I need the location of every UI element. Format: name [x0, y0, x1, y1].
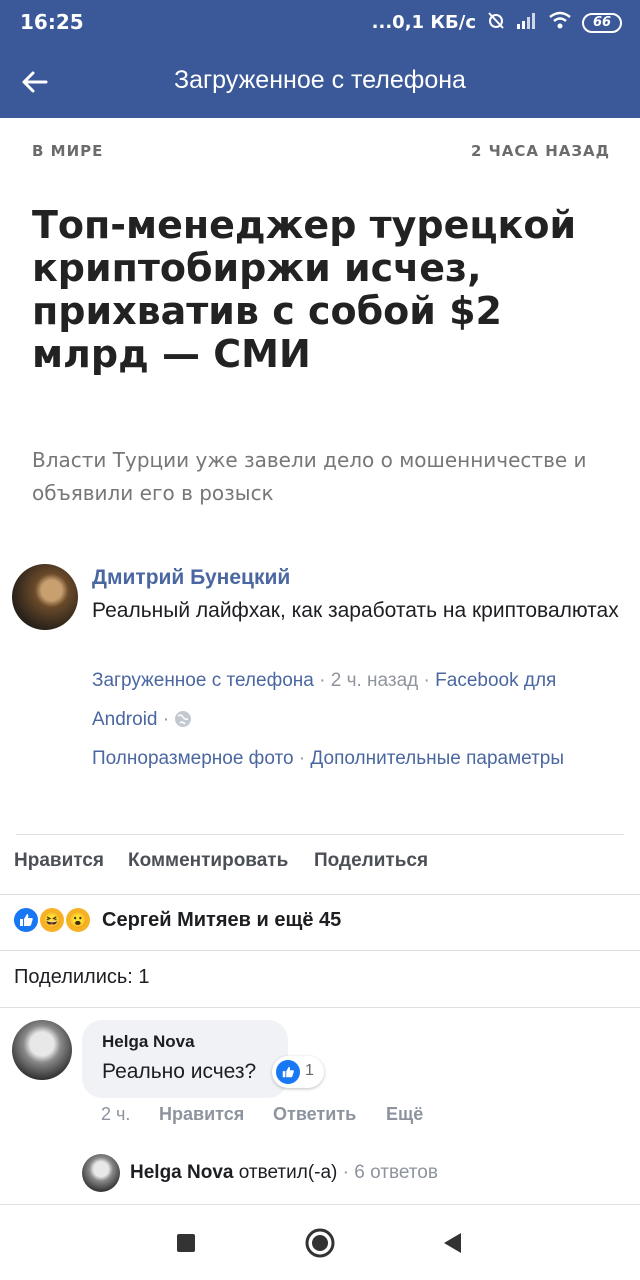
haha-icon: 😆: [38, 906, 66, 934]
post-time: 2 ч. назад: [330, 670, 419, 691]
post-author[interactable]: Дмитрий Бунецкий: [92, 566, 290, 590]
reply-author: Helga Nova: [130, 1162, 234, 1183]
comment-more-button[interactable]: Ещё: [386, 1104, 423, 1125]
comment-time: 2 ч.: [101, 1104, 131, 1124]
app-link[interactable]: Facebook для: [435, 670, 556, 691]
globe-icon: [174, 703, 192, 742]
comment-like-count: 1: [305, 1062, 314, 1079]
like-button[interactable]: Нравится: [14, 850, 104, 872]
like-icon: [276, 1060, 300, 1084]
recents-button[interactable]: [170, 1227, 202, 1259]
article-time: 2 ЧАСА НАЗАД: [470, 142, 610, 160]
post-meta-line-1: Загруженное с телефона · 2 ч. назад · Fa…: [92, 661, 622, 700]
circle-icon: [305, 1228, 335, 1258]
back-nav-button[interactable]: [436, 1227, 468, 1259]
app-link-cont[interactable]: Android: [92, 709, 158, 730]
status-time: 16:25: [20, 10, 84, 34]
status-icons: ...0,1 КБ/с 66: [372, 10, 622, 35]
like-icon: [12, 906, 40, 934]
comment-like-badge[interactable]: 1: [272, 1056, 324, 1088]
triangle-left-icon: [444, 1233, 461, 1253]
post-text: Реальный лайфхак, как заработать на крип…: [92, 599, 619, 622]
comment-actions: 2 ч. Нравится Ответить Ещё: [0, 1104, 640, 1128]
divider: [0, 1007, 640, 1008]
comment-reply-button[interactable]: Ответить: [273, 1104, 356, 1125]
article-category: В МИРЕ: [32, 142, 104, 160]
system-nav-bar: [0, 1204, 640, 1280]
separator: ·: [342, 1162, 349, 1183]
separator: ·: [162, 709, 170, 730]
avatar[interactable]: [12, 1020, 72, 1080]
reply-count: 6 ответов: [354, 1162, 438, 1183]
article-preview[interactable]: В МИРЕ 2 ЧАСА НАЗАД Топ-менеджер турецко…: [0, 118, 640, 550]
battery-icon: 66: [582, 12, 622, 33]
post-meta-line-2: Android ·: [92, 700, 622, 742]
signal-icon: [516, 11, 538, 34]
article-lead: Власти Турции уже завели дело о мошеннич…: [32, 448, 587, 505]
divider: [0, 894, 640, 895]
avatar[interactable]: [82, 1154, 120, 1192]
album-link[interactable]: Загруженное с телефона: [92, 670, 314, 691]
avatar[interactable]: [12, 564, 78, 630]
separator: ·: [319, 670, 326, 691]
comment-author[interactable]: Helga Nova: [102, 1032, 195, 1052]
reactions-text: Сергей Митяев и ещё 45: [102, 909, 342, 931]
comment-button[interactable]: Комментировать: [128, 850, 288, 872]
wifi-icon: [548, 11, 572, 34]
app-bar: Загруженное с телефона: [0, 46, 640, 118]
status-bar: 16:25 ...0,1 КБ/с 66: [0, 0, 640, 46]
reactions-summary[interactable]: 😮 😆 Сергей Митяев и ещё 45: [0, 902, 640, 942]
comment-bubble: Helga Nova Реально исчез?: [82, 1020, 288, 1098]
home-button[interactable]: [304, 1227, 336, 1259]
square-icon: [177, 1234, 195, 1252]
full-photo-link[interactable]: Полноразмерное фото: [92, 748, 294, 769]
comment-text: Реально исчез?: [102, 1060, 257, 1083]
wow-icon: 😮: [64, 906, 92, 934]
share-button[interactable]: Поделиться: [314, 850, 428, 872]
more-options-link[interactable]: Дополнительные параметры: [310, 748, 564, 769]
comment-like-button[interactable]: Нравится: [159, 1104, 244, 1125]
divider: [16, 834, 624, 835]
replies-link[interactable]: Helga Nova ответил(-а) · 6 ответов: [130, 1162, 438, 1184]
alarm-off-icon: [486, 10, 506, 35]
post-actions: Нравится Комментировать Поделиться: [0, 850, 640, 876]
post-meta-line-3: Полноразмерное фото · Дополнительные пар…: [92, 739, 622, 778]
article-title: Топ-менеджер турецкой криптобиржи исчез,…: [32, 203, 577, 376]
divider: [0, 950, 640, 951]
page-title: Загруженное с телефона: [174, 66, 466, 94]
separator: ·: [423, 670, 430, 691]
separator: ·: [298, 748, 306, 769]
shares-count[interactable]: Поделились: 1: [14, 966, 150, 989]
network-speed: ...0,1 КБ/с: [371, 12, 476, 33]
reply-verb: ответил(-а): [238, 1162, 338, 1183]
